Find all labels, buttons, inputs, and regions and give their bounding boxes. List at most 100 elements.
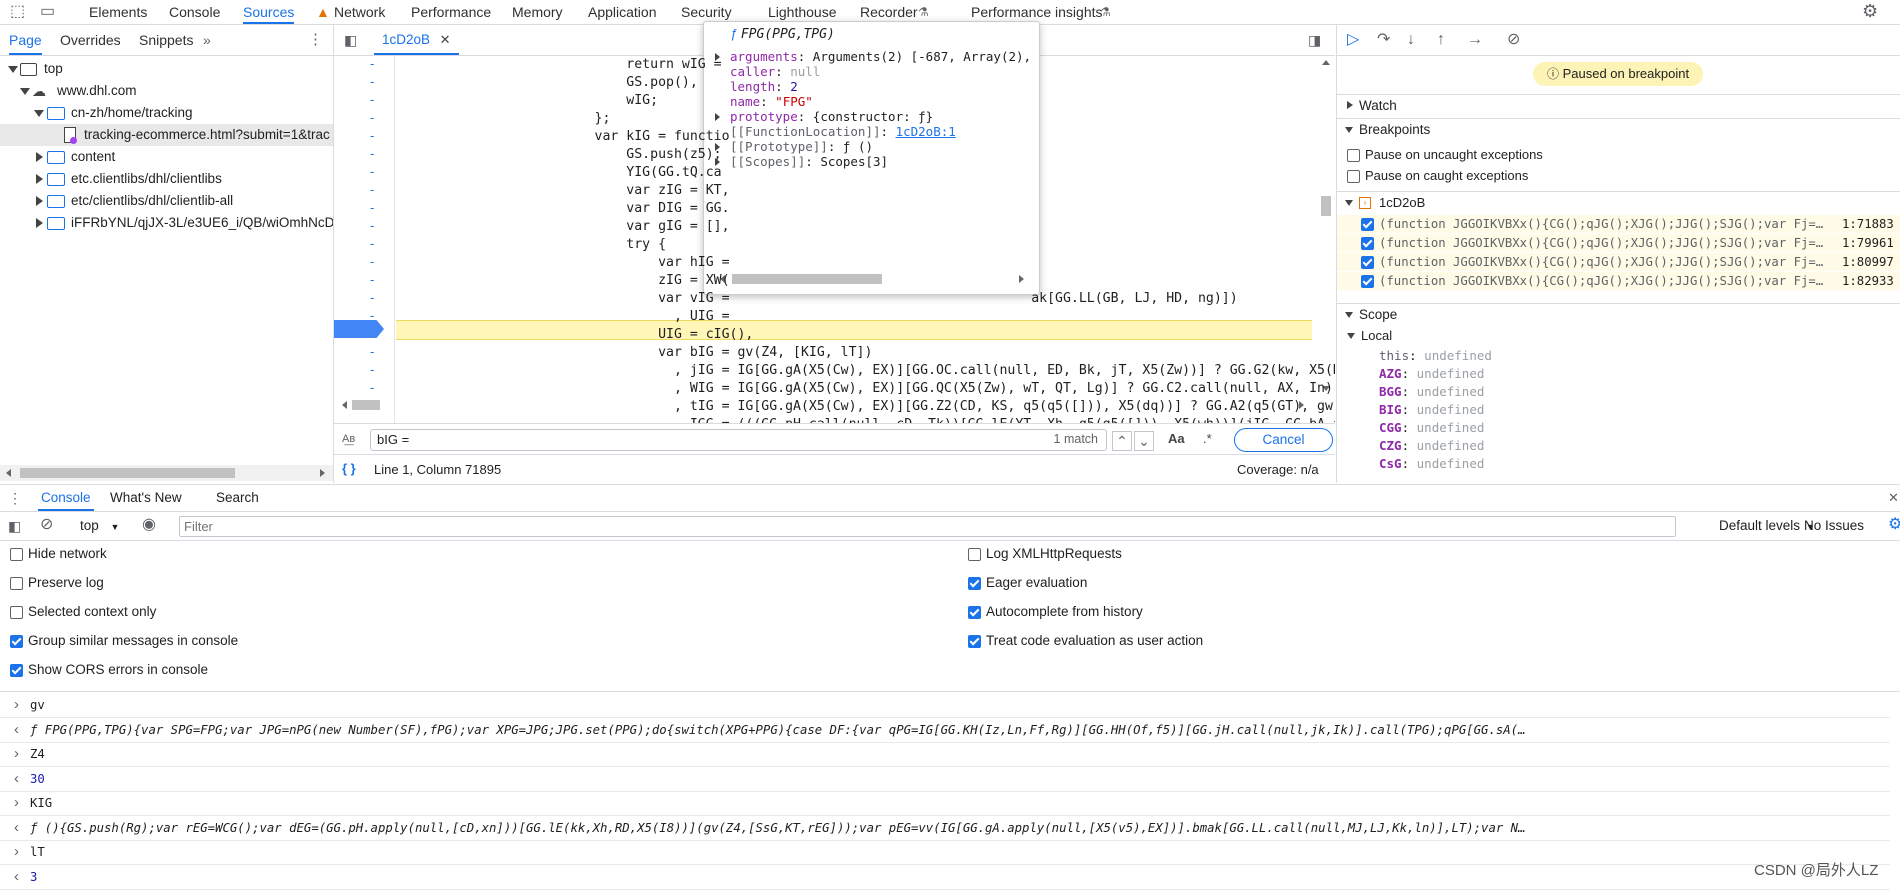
more-tabs-icon[interactable]: » [203, 32, 211, 48]
breakpoint-checkbox[interactable] [1361, 218, 1374, 231]
console-input-line[interactable]: › KIG [0, 791, 1890, 816]
scrollbar-thumb[interactable] [352, 400, 380, 410]
tree-item-folder-content[interactable]: content [0, 146, 333, 168]
line-gutter-mark[interactable]: - [370, 200, 374, 215]
tab-network[interactable]: Network [334, 0, 385, 24]
breakpoint-item[interactable]: (function JGGOIKVBXx(){CG();qJG();XJG();… [1337, 272, 1900, 290]
collapse-arrow-icon[interactable] [1347, 333, 1355, 339]
tab-elements[interactable]: Elements [89, 0, 147, 24]
search-input[interactable]: bIG = 1 match [370, 429, 1107, 451]
device-toolbar-icon[interactable]: ▭ [40, 4, 55, 20]
breakpoint-item[interactable]: (function JGGOIKVBXx(){CG();qJG();XJG();… [1337, 234, 1900, 252]
tab-overrides[interactable]: Overrides [60, 25, 121, 55]
line-gutter-mark[interactable]: - [370, 146, 374, 161]
drawer-tab-console[interactable]: Console [38, 485, 94, 511]
close-tab-icon[interactable]: ✕ [440, 32, 451, 47]
line-gutter-mark[interactable]: - [370, 344, 374, 359]
step-over-icon[interactable]: ↷ [1377, 32, 1390, 48]
next-match-icon[interactable]: ⌄ [1134, 431, 1154, 451]
context-selector[interactable]: top ▼ [80, 517, 119, 535]
expand-arrow-icon[interactable] [36, 152, 43, 162]
breakpoint-checkbox[interactable] [1361, 237, 1374, 250]
toggle-navigator-icon[interactable]: ◧ [344, 32, 357, 48]
setting-checkbox[interactable] [968, 635, 981, 648]
line-gutter-mark[interactable]: - [370, 56, 374, 71]
cancel-search-button[interactable]: Cancel [1234, 428, 1333, 452]
step-icon[interactable]: → [1467, 32, 1483, 48]
expand-arrow-icon[interactable] [36, 196, 43, 206]
tab-application[interactable]: Application [588, 0, 657, 24]
line-gutter-mark[interactable]: - [370, 272, 374, 287]
step-out-icon[interactable]: ↑ [1437, 32, 1445, 48]
breakpoint-marker[interactable] [334, 320, 384, 338]
setting-checkbox[interactable] [10, 635, 23, 648]
console-output-line[interactable]: ‹ 30 [0, 767, 1890, 792]
expand-arrow-icon[interactable] [36, 174, 43, 184]
pause-uncaught-checkbox[interactable] [1347, 149, 1360, 162]
setting-checkbox[interactable] [968, 548, 981, 561]
issues-counter[interactable]: No Issues [1804, 517, 1864, 535]
line-gutter-mark[interactable]: - [370, 254, 374, 269]
tab-snippets[interactable]: Snippets [139, 25, 193, 55]
tree-item-top[interactable]: top [0, 58, 333, 80]
previous-match-icon[interactable]: ⌃ [1112, 431, 1132, 451]
close-drawer-icon[interactable]: ✕ [1888, 490, 1899, 506]
scope-section-header[interactable]: Scope [1337, 303, 1900, 326]
setting-checkbox[interactable] [968, 577, 981, 590]
breakpoints-section-header[interactable]: Breakpoints [1337, 118, 1900, 141]
drawer-tab-search[interactable]: Search [216, 485, 259, 511]
tree-item-domain[interactable]: ☁ www.dhl.com [0, 80, 333, 102]
replace-toggle-icon[interactable]: A͟ʙ [342, 431, 355, 447]
console-settings-icon[interactable]: ⚙ [1888, 517, 1900, 533]
tab-page[interactable]: Page [9, 25, 42, 55]
expand-arrow-icon[interactable] [8, 66, 18, 73]
collapse-arrow-icon[interactable] [1345, 200, 1353, 206]
pause-caught-checkbox[interactable] [1347, 170, 1360, 183]
console-input-line[interactable]: › gv [0, 693, 1890, 718]
scroll-left-icon[interactable] [6, 469, 11, 477]
setting-checkbox[interactable] [10, 664, 23, 677]
tree-item-file-selected[interactable]: tracking-ecommerce.html?submit=1&trac [0, 124, 333, 146]
breakpoint-item[interactable]: (function JGGOIKVBXx(){CG();qJG();XJG();… [1337, 215, 1900, 233]
horizontal-scrollbar[interactable] [0, 465, 333, 481]
tab-performance[interactable]: Performance [411, 0, 491, 24]
tree-item-folder-tracking[interactable]: cn-zh/home/tracking [0, 102, 333, 124]
console-output-line[interactable]: ‹ ƒ FPG(PPG,TPG){var SPG=FPG;var JPG=nPG(… [0, 718, 1890, 743]
line-gutter-mark[interactable]: - [370, 92, 374, 107]
watch-section-header[interactable]: Watch [1337, 94, 1900, 117]
clear-console-icon[interactable]: ⊘ [40, 517, 53, 533]
editor-file-tab[interactable]: 1cD2oB ✕ [374, 25, 459, 55]
setting-checkbox[interactable] [10, 606, 23, 619]
breakpoint-file-header[interactable]: › 1cD2oB [1337, 191, 1900, 214]
collapse-arrow-icon[interactable] [1345, 312, 1353, 318]
breakpoint-checkbox[interactable] [1361, 256, 1374, 269]
tree-item-folder-clientlibs[interactable]: etc.clientlibs/dhl/clientlibs [0, 168, 333, 190]
setting-checkbox[interactable] [968, 606, 981, 619]
drawer-menu-icon[interactable]: ⋮ [8, 490, 22, 506]
line-gutter-mark[interactable]: - [370, 164, 374, 179]
toggle-debugger-icon[interactable]: ◨ [1308, 32, 1321, 48]
inspect-element-icon[interactable]: ⬚ [10, 4, 25, 20]
drawer-tab-whats-new[interactable]: What's New [110, 485, 182, 511]
expand-arrow-icon[interactable] [34, 110, 44, 117]
pretty-print-icon[interactable]: { } [342, 461, 356, 477]
resume-icon[interactable]: ▷ [1347, 32, 1359, 48]
line-gutter-mark[interactable]: - [370, 74, 374, 89]
scroll-left-icon[interactable] [342, 401, 347, 409]
scrollbar-thumb[interactable] [20, 468, 235, 478]
breakpoint-item[interactable]: (function JGGOIKVBXx(){CG();qJG();XJG();… [1337, 253, 1900, 271]
live-expression-eye-icon[interactable]: ◉ [142, 517, 156, 533]
deactivate-breakpoints-icon[interactable]: ⊘ [1507, 32, 1520, 48]
line-gutter-mark[interactable]: - [370, 380, 374, 395]
tab-sources[interactable]: Sources [243, 0, 295, 24]
breakpoint-checkbox[interactable] [1361, 275, 1374, 288]
step-into-icon[interactable]: ↓ [1407, 32, 1415, 48]
console-input-line[interactable]: › Z4 [0, 742, 1890, 767]
tree-item-folder-clientlib-all[interactable]: etc/clientlibs/dhl/clientlib-all [0, 190, 333, 212]
show-sidebar-icon[interactable]: ◧ [8, 518, 21, 534]
line-gutter-mark[interactable]: - [370, 236, 374, 251]
line-gutter-mark[interactable]: - [370, 416, 374, 423]
more-options-icon[interactable]: ⋮ [308, 32, 323, 48]
line-gutter-mark[interactable]: - [370, 110, 374, 125]
regex-button[interactable]: .* [1203, 431, 1212, 446]
